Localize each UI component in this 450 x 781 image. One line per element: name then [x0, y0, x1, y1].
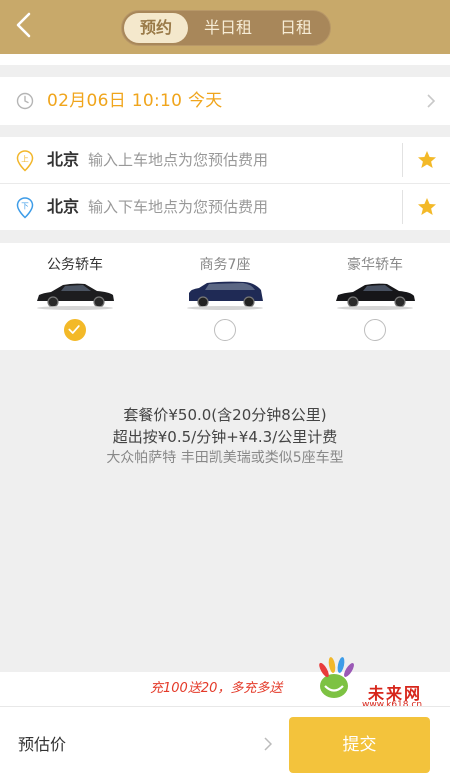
- address-card: 上 北京 输入上车地点为您预估费用 下 北京 输入下车地点为您预估费用: [0, 137, 450, 230]
- estimate-label[interactable]: 预估价: [18, 707, 66, 781]
- tab-reserve[interactable]: 预约: [124, 13, 188, 43]
- pickup-row[interactable]: 上 北京 输入上车地点为您预估费用: [0, 137, 450, 183]
- promo-text: 充100送20，多充多送: [150, 681, 283, 696]
- car-option-luxury[interactable]: 豪华轿车: [300, 243, 450, 350]
- pricing-info: 套餐价¥50.0(含20分钟8公里) 超出按¥0.5/分钟+¥4.3/公里计费 …: [0, 404, 450, 468]
- svg-text:上: 上: [21, 155, 29, 164]
- pickup-city[interactable]: 北京: [47, 137, 79, 183]
- car-label: 公务轿车: [47, 257, 103, 273]
- car-label: 豪华轿车: [347, 257, 403, 273]
- radio-unchecked[interactable]: [364, 319, 386, 341]
- car-models: 大众帕萨特 丰田凯美瑞或类似5座车型: [106, 450, 344, 466]
- chevron-right-icon: [264, 737, 272, 751]
- overage-price: 超出按¥0.5/分钟+¥4.3/公里计费: [112, 428, 338, 446]
- divider: [402, 190, 403, 224]
- divider: [402, 143, 403, 177]
- pickup-pin-icon: 上: [16, 150, 34, 172]
- pickup-time: 02月06日 10:10 今天: [47, 91, 223, 111]
- clock-icon: [16, 92, 34, 110]
- star-icon[interactable]: [417, 197, 437, 217]
- dropoff-city[interactable]: 北京: [47, 184, 79, 230]
- submit-button[interactable]: 提交: [289, 717, 430, 773]
- top-bar: 预约 半日租 日租: [0, 0, 450, 54]
- radio-checked[interactable]: [64, 319, 86, 341]
- tab-half-day[interactable]: 半日租: [196, 13, 260, 43]
- check-icon: [68, 325, 80, 334]
- dropoff-address-input[interactable]: 输入下车地点为您预估费用: [88, 184, 268, 230]
- luxury-car-image: [336, 283, 415, 310]
- rental-mode-tabs: 预约 半日租 日租: [121, 10, 331, 46]
- mpv-car-image: [187, 281, 263, 310]
- bottom-bar: 预估价 提交: [0, 706, 450, 781]
- pickup-address-input[interactable]: 输入上车地点为您预估费用: [88, 137, 268, 183]
- header-strip: [0, 54, 450, 65]
- car-option-mpv[interactable]: 商务7座: [150, 243, 300, 350]
- tab-full-day[interactable]: 日租: [264, 13, 328, 43]
- car-option-sedan[interactable]: 公务轿车: [0, 243, 150, 350]
- chevron-right-icon: [427, 94, 436, 108]
- sedan-car-image: [37, 283, 114, 310]
- time-selector[interactable]: 02月06日 10:10 今天: [0, 77, 450, 125]
- svg-text:下: 下: [21, 202, 29, 211]
- dropoff-row[interactable]: 下 北京 输入下车地点为您预估费用: [0, 184, 450, 230]
- radio-unchecked[interactable]: [214, 319, 236, 341]
- package-price: 套餐价¥50.0(含20分钟8公里): [123, 406, 327, 424]
- star-icon[interactable]: [417, 150, 437, 170]
- dropoff-pin-icon: 下: [16, 197, 34, 219]
- car-label: 商务7座: [199, 257, 251, 273]
- car-type-selector: 公务轿车 商务7座 豪华轿车: [0, 243, 450, 350]
- back-arrow-icon[interactable]: [10, 10, 40, 40]
